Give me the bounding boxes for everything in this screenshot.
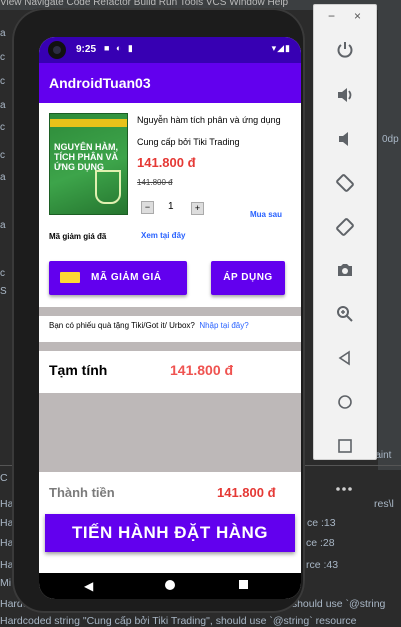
nav-recents-icon[interactable] (239, 580, 248, 589)
nav-back-icon[interactable]: ◀ (84, 579, 93, 593)
product-name: Nguyễn hàm tích phân và ứng dụng (137, 115, 281, 125)
status-bar: 9:25 ■ ◐ ▮ ▾◢▮ (39, 37, 301, 63)
ide-menu-text: View Navigate Code Refactor Build Run To… (0, 0, 289, 8)
device-screen: 9:25 ■ ◐ ▮ ▾◢▮ AndroidTuan03 NGUYÊN HÀM,… (39, 37, 301, 599)
app-title: AndroidTuan03 (49, 75, 151, 91)
total-value: 141.800 đ (217, 485, 276, 500)
ide-right-panel: 0dp raint (372, 10, 401, 470)
output-line: Hardcoded string "Cung cấp bởi Tiki Trad… (0, 615, 357, 627)
zoom-icon[interactable] (333, 302, 357, 326)
output-line: Mi (0, 577, 12, 589)
rotate-left-icon[interactable] (333, 171, 357, 195)
ide-left-item: a (0, 100, 6, 111)
ide-left-item: c (0, 76, 5, 87)
coupon-button-label: MÃ GIẢM GIÁ (91, 272, 162, 283)
ide-right-text: 0dp (382, 134, 399, 145)
ide-left-item: a (0, 172, 6, 183)
navigation-bar: ◀ (39, 573, 301, 599)
more-icon[interactable] (332, 477, 356, 501)
empty-section (39, 393, 301, 472)
quantity-value: 1 (168, 201, 174, 212)
cover-title: NGUYÊN HÀM, TÍCH PHÂN VÀ ỨNG DỤNG (54, 142, 119, 172)
ide-left-item: c (0, 122, 5, 133)
output-line-right: ce :28 (306, 537, 335, 549)
ide-left-item: a (0, 220, 6, 231)
section-divider (39, 342, 301, 351)
status-time: 9:25 (76, 44, 97, 55)
output-line-right: rce :43 (306, 559, 339, 571)
section-divider (39, 307, 301, 316)
camera-icon[interactable] (333, 258, 357, 282)
nav-home-icon[interactable] (165, 580, 175, 590)
product-old-price: 141.800 đ (137, 178, 173, 187)
power-icon[interactable] (333, 38, 357, 62)
cart-content: NGUYÊN HÀM, TÍCH PHÂN VÀ ỨNG DỤNG Nguyễn… (39, 103, 301, 573)
coupon-button[interactable]: MÃ GIẢM GIÁ (49, 261, 187, 295)
gift-card-link[interactable]: Nhập tại đây? (199, 321, 248, 330)
applied-coupon-label: Mã giảm giá đã (49, 232, 107, 241)
emulator-toolbar: − × (313, 4, 377, 460)
output-line-right: ce :13 (307, 517, 336, 529)
apply-button-label: ÁP DỤNG (223, 272, 273, 283)
minimize-icon[interactable]: − (328, 9, 335, 23)
output-line: C (0, 472, 8, 484)
total-label: Thành tiền (49, 485, 115, 500)
ide-left-item: c (0, 52, 5, 63)
ide-left-item: S (0, 286, 7, 297)
checkout-button-label: TIẾN HÀNH ĐẶT HÀNG (72, 523, 268, 542)
cover-graphic (95, 170, 121, 204)
buy-later-link[interactable]: Mua sau (250, 210, 282, 219)
app-bar: AndroidTuan03 (39, 63, 301, 103)
rotate-right-icon[interactable] (333, 215, 357, 239)
ide-left-item: a (0, 28, 6, 39)
output-line-right: , should use `@string (286, 598, 386, 610)
phone-frame: 9:25 ■ ◐ ▮ ▾◢▮ AndroidTuan03 NGUYÊN HÀM,… (12, 8, 305, 613)
product-image[interactable]: NGUYÊN HÀM, TÍCH PHÂN VÀ ỨNG DỤNG (49, 113, 128, 215)
cover-band (50, 119, 127, 127)
gift-card-text: Bạn có phiếu quà tặng Tiki/Got it/ Urbox… (49, 321, 195, 330)
volume-up-icon[interactable] (333, 83, 357, 107)
home-icon[interactable] (333, 390, 357, 414)
subtotal-value: 141.800 đ (170, 362, 234, 378)
overview-icon[interactable] (333, 434, 357, 458)
apply-button[interactable]: ÁP DỤNG (211, 261, 285, 295)
subtotal-label: Tạm tính (49, 362, 108, 378)
notification-icons: ■ ◐ ▮ (104, 43, 135, 53)
back-icon[interactable] (333, 346, 357, 370)
ide-left-item: c (0, 268, 5, 279)
signal-battery-icon: ▾◢▮ (271, 43, 291, 53)
quantity-increase-button[interactable]: + (191, 202, 204, 215)
output-line-right: res\l (374, 498, 394, 510)
gift-card-prompt: Bạn có phiếu quà tặng Tiki/Got it/ Urbox… (49, 321, 249, 330)
quantity-decrease-button[interactable]: − (141, 201, 154, 214)
coupon-ticket-icon (60, 272, 80, 283)
checkout-button[interactable]: TIẾN HÀNH ĐẶT HÀNG (45, 514, 295, 552)
product-price: 141.800 đ (137, 155, 196, 170)
close-icon[interactable]: × (354, 9, 361, 23)
ide-left-item: c (0, 150, 5, 161)
view-coupon-link[interactable]: Xem tại đây (141, 231, 185, 240)
product-vendor: Cung cấp bởi Tiki Trading (137, 137, 240, 147)
volume-down-icon[interactable] (333, 127, 357, 151)
front-camera (48, 41, 66, 59)
